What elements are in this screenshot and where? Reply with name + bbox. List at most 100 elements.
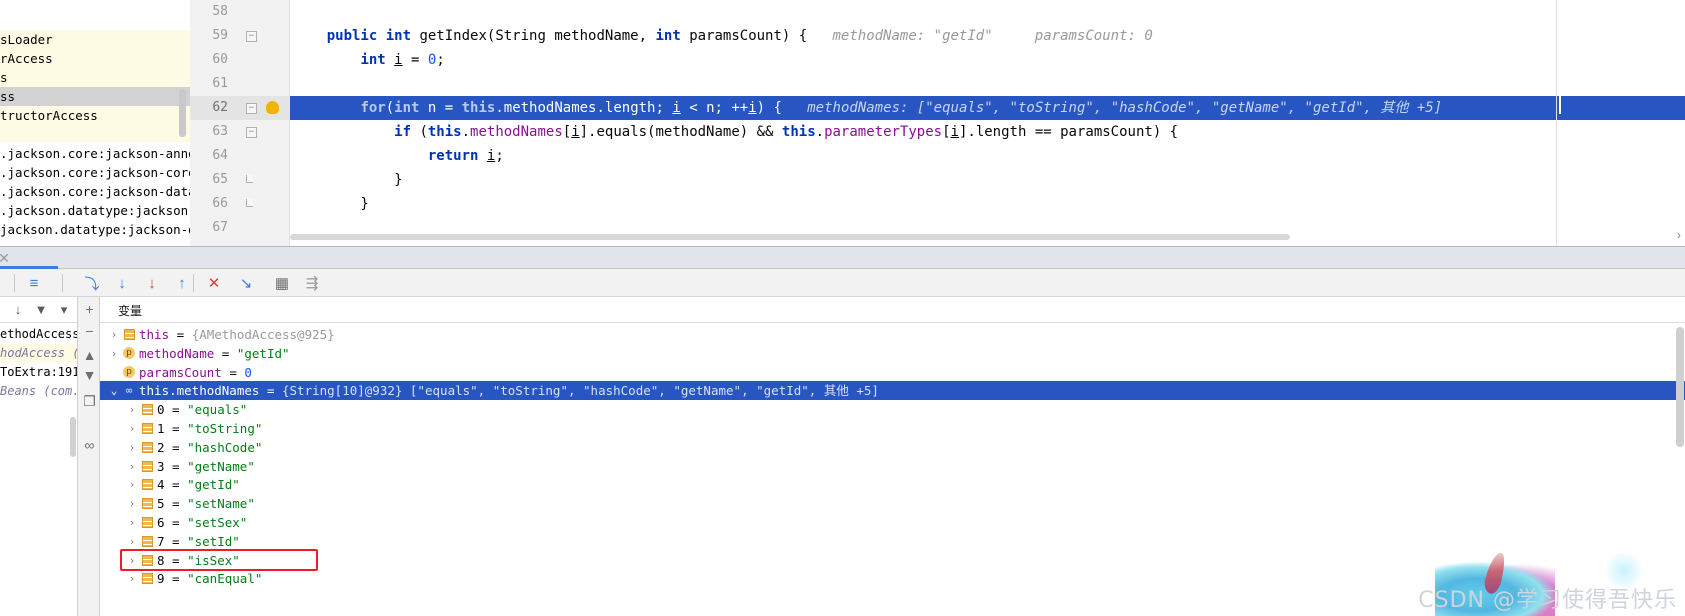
code-line[interactable]: } (290, 192, 1685, 216)
popup-row[interactable]: s (0, 68, 190, 87)
more-icon[interactable]: ▾ (56, 302, 72, 318)
debugger-toolbar[interactable]: ≡ ⤵ ↓ ↓ ↑ ✕ ↘ ▦ ⇶ (0, 269, 1685, 297)
code-canvas[interactable]: public int getIndex(String methodName, i… (290, 0, 1685, 246)
popup-row[interactable]: ss (0, 87, 190, 106)
popup-scrollbar[interactable] (179, 89, 186, 137)
copy-value-button[interactable]: ❐ (81, 393, 98, 410)
chevron-right-icon[interactable]: › (108, 344, 120, 363)
code-line-current[interactable]: for(int n = this.methodNames.length; i <… (290, 96, 1685, 120)
step-over-icon[interactable]: ⤵ (82, 273, 102, 293)
popup-row[interactable]: .jackson.core:jackson-databin (0, 182, 190, 201)
left-overlay-popup[interactable]: sLoader rAccess s ss tructorAccess .jackson.c… (0, 0, 190, 246)
variables-scrollbar[interactable] (1676, 327, 1684, 447)
toolbar-separator (193, 274, 194, 292)
chevron-right-icon[interactable]: › (126, 438, 138, 457)
frame-row[interactable]: Beans (com.z (0, 382, 77, 401)
chevron-right-icon[interactable]: › (126, 569, 138, 588)
code-line[interactable]: public int getIndex(String methodName, i… (290, 24, 1685, 48)
gutter-line[interactable]: 61 (190, 72, 290, 96)
drop-frame-icon[interactable]: ✕ (204, 273, 224, 293)
gutter-line[interactable]: 63 − (190, 120, 290, 144)
fold-end-bracket-icon[interactable] (246, 199, 253, 207)
popup-row[interactable]: jackson.datatype:jackson-dat (0, 220, 190, 239)
variables-tab-label[interactable]: 变量 (118, 302, 142, 319)
code-line[interactable]: int i = 0; (290, 48, 1685, 72)
variable-row[interactable]: › 2 = "hashCode" (100, 438, 1685, 457)
run-to-cursor-icon[interactable]: ↘ (236, 273, 256, 293)
chevron-right-icon[interactable]: › (126, 532, 138, 551)
chevron-right-icon[interactable]: › (126, 400, 138, 419)
remove-watch-button[interactable]: − (81, 323, 98, 340)
variable-row[interactable]: p paramsCount = 0 (100, 363, 1685, 382)
code-line[interactable] (290, 0, 1685, 24)
popup-row[interactable] (0, 125, 190, 144)
intention-bulb-icon[interactable] (266, 101, 279, 114)
popup-row[interactable]: .jackson.core:jackson-annotat (0, 144, 190, 163)
fold-collapse-icon[interactable]: − (246, 103, 257, 114)
chevron-right-icon[interactable]: › (126, 457, 138, 476)
variable-row[interactable]: › 7 = "setId" (100, 532, 1685, 551)
chevron-down-icon[interactable]: ⌄ (108, 381, 120, 400)
frames-scrollbar[interactable] (70, 417, 76, 457)
variable-row[interactable]: › 5 = "setName" (100, 494, 1685, 513)
frames-panel-header[interactable]: ↓ ▼ ▾ (0, 297, 77, 323)
variable-row[interactable]: › 0 = "equals" (100, 400, 1685, 419)
gutter-line[interactable]: 67 (190, 216, 290, 240)
force-step-into-icon[interactable]: ↓ (142, 273, 162, 293)
code-line[interactable] (290, 72, 1685, 96)
close-icon[interactable]: ✕ (0, 250, 12, 266)
step-into-icon[interactable]: ↓ (112, 273, 132, 293)
variable-row[interactable]: › 3 = "getName" (100, 457, 1685, 476)
code-token: ; (436, 52, 445, 68)
editor-horizontal-scrollbar[interactable] (290, 234, 1290, 240)
variable-row[interactable]: › p methodName = "getId" (100, 344, 1685, 363)
frame-row[interactable]: hodAccess (c (0, 344, 77, 363)
debugger-tab-bar[interactable]: ✕ (0, 247, 1685, 269)
fold-end-bracket-icon[interactable] (246, 175, 253, 183)
popup-row[interactable]: sLoader (0, 30, 190, 49)
fold-collapse-icon[interactable]: − (246, 31, 257, 42)
gutter-line[interactable]: 64 (190, 144, 290, 168)
editor-scroll-right-icon[interactable]: › (1677, 228, 1681, 242)
settings-icon[interactable]: ⇶ (302, 273, 322, 293)
show-execution-point-icon[interactable]: ≡ (24, 273, 44, 293)
frames-panel[interactable]: ↓ ▼ ▾ ethodAccess hodAccess (c ToExtra:191, B… (0, 297, 78, 616)
gutter-line[interactable]: 65 (190, 168, 290, 192)
chevron-right-icon[interactable]: › (126, 513, 138, 532)
sort-icon[interactable]: ↓ (10, 302, 26, 318)
popup-row[interactable]: .jackson.core:jackson-core:2. (0, 163, 190, 182)
variable-row[interactable]: › 6 = "setSex" (100, 513, 1685, 532)
gutter-line[interactable]: 60 (190, 48, 290, 72)
popup-row[interactable]: .jackson.datatype:jackson-dat (0, 201, 190, 220)
inspect-button[interactable]: ∞ (81, 437, 98, 454)
gutter-line[interactable]: 66 (190, 192, 290, 216)
variable-row[interactable]: › 1 = "toString" (100, 419, 1685, 438)
variable-row[interactable]: ⌄ ∞ this.methodNames = {String[10]@932} ["… (100, 381, 1685, 401)
variable-row[interactable]: › 4 = "getId" (100, 475, 1685, 494)
evaluate-expression-icon[interactable]: ▦ (272, 273, 292, 293)
gutter-line[interactable]: 62 − (190, 96, 290, 120)
code-line[interactable]: } (290, 168, 1685, 192)
code-line[interactable]: return i; (290, 144, 1685, 168)
editor-gutter[interactable]: 58 59 − 60 61 62 − 63 − 64 65 66 67 (190, 0, 290, 246)
watches-mini-toolbar[interactable]: + − ▲ ▼ ❐ ∞ (78, 297, 100, 616)
gutter-line[interactable]: 58 (190, 0, 290, 24)
filter-icon[interactable]: ▼ (33, 302, 49, 318)
move-down-button[interactable]: ▼ (81, 367, 98, 384)
code-line[interactable]: if (this.methodNames[i].equals(methodNam… (290, 120, 1685, 144)
step-out-icon[interactable]: ↑ (172, 273, 192, 293)
add-watch-button[interactable]: + (81, 301, 98, 318)
chevron-right-icon[interactable]: › (126, 419, 138, 438)
popup-row[interactable]: tructorAccess (0, 106, 190, 125)
fold-collapse-icon[interactable]: − (246, 127, 257, 138)
popup-row[interactable]: rAccess (0, 49, 190, 68)
frame-row[interactable]: ethodAccess (0, 325, 77, 344)
gutter-line[interactable]: 59 − (190, 24, 290, 48)
variable-row[interactable]: › this = {AMethodAccess@925} (100, 325, 1685, 344)
chevron-right-icon[interactable]: › (108, 325, 120, 344)
variables-panel-header[interactable]: 变量 (100, 297, 1685, 323)
move-up-button[interactable]: ▲ (81, 347, 98, 364)
chevron-right-icon[interactable]: › (126, 475, 138, 494)
chevron-right-icon[interactable]: › (126, 494, 138, 513)
frame-row[interactable]: ToExtra:191, (0, 363, 77, 382)
